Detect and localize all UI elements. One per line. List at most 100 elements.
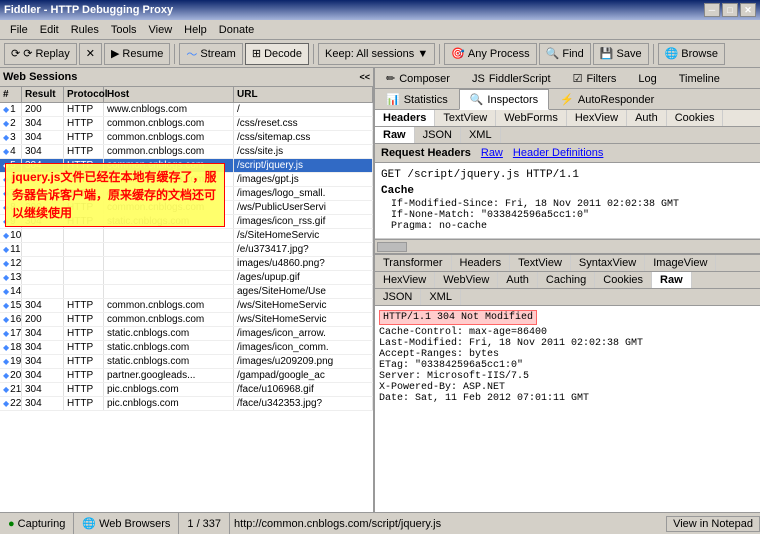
view-notepad-button[interactable]: View in Notepad bbox=[666, 516, 760, 532]
table-row[interactable]: ◆ 13 /ages/upup.gif bbox=[0, 271, 373, 285]
cell-result: 304 bbox=[22, 383, 64, 396]
cell-num: ◆ 15 bbox=[0, 299, 22, 312]
statistics-icon: 📊 bbox=[386, 93, 400, 106]
bottom-tab-xml[interactable]: XML bbox=[421, 289, 461, 305]
tab-composer[interactable]: ✏ Composer bbox=[375, 68, 461, 88]
raw-link[interactable]: Raw bbox=[481, 147, 503, 159]
tab-statistics[interactable]: 📊 Statistics bbox=[375, 89, 459, 109]
col-header-protocol[interactable]: Protocol bbox=[64, 87, 104, 102]
bottom-tab-webview[interactable]: WebView bbox=[435, 272, 498, 288]
decode-button[interactable]: ⊞ Decode bbox=[245, 43, 309, 65]
scroll-thumb[interactable] bbox=[377, 242, 407, 252]
col-header-result[interactable]: Result bbox=[22, 87, 64, 102]
menu-tools[interactable]: Tools bbox=[105, 22, 143, 38]
request-line: GET /script/jquery.js HTTP/1.1 bbox=[381, 169, 754, 181]
any-process-button[interactable]: 🎯 Any Process bbox=[444, 43, 536, 65]
horizontal-scrollbar[interactable] bbox=[375, 239, 760, 253]
cell-num: ◆ 1 bbox=[0, 103, 22, 116]
table-row[interactable]: ◆ 22 304 HTTP pic.cnblogs.com /face/u342… bbox=[0, 397, 373, 411]
cell-result: 304 bbox=[22, 327, 64, 340]
table-row[interactable]: ◆ 16 200 HTTP common.cnblogs.com /ws/Sit… bbox=[0, 313, 373, 327]
bottom-tab-json[interactable]: JSON bbox=[375, 289, 421, 305]
bottom-tab-cookies[interactable]: Cookies bbox=[595, 272, 652, 288]
sub-tab-cookies[interactable]: Cookies bbox=[667, 110, 724, 126]
cell-url: /gampad/google_ac bbox=[234, 369, 373, 382]
tab-filters[interactable]: ☑ Filters bbox=[562, 68, 628, 88]
menu-edit[interactable]: Edit bbox=[34, 22, 65, 38]
menu-help[interactable]: Help bbox=[178, 22, 213, 38]
menu-donate[interactable]: Donate bbox=[213, 22, 260, 38]
sub-tab-raw[interactable]: Raw bbox=[375, 127, 415, 143]
table-row[interactable]: ◆ 15 304 HTTP common.cnblogs.com /ws/Sit… bbox=[0, 299, 373, 313]
header-defs-link[interactable]: Header Definitions bbox=[513, 147, 604, 159]
table-row[interactable]: ◆ 4 304 HTTP common.cnblogs.com /css/sit… bbox=[0, 145, 373, 159]
table-row[interactable]: ◆ 14 ages/SiteHome/Use bbox=[0, 285, 373, 299]
table-row[interactable]: ◆ 19 304 HTTP static.cnblogs.com /images… bbox=[0, 355, 373, 369]
minimize-button[interactable]: ─ bbox=[704, 3, 720, 17]
bottom-panel: Transformer Headers TextView SyntaxView … bbox=[375, 253, 760, 512]
col-header-num[interactable]: # bbox=[0, 87, 22, 102]
menu-rules[interactable]: Rules bbox=[65, 22, 105, 38]
filters-icon: ☑ bbox=[573, 72, 583, 85]
table-row[interactable]: ◆ 17 304 HTTP static.cnblogs.com /images… bbox=[0, 327, 373, 341]
web-sessions-header: Web Sessions << bbox=[0, 68, 373, 87]
tab-autoresponder[interactable]: ⚡ AutoResponder bbox=[549, 89, 665, 109]
tab-fiddlerscript[interactable]: JS FiddlerScript bbox=[461, 68, 562, 88]
cell-num: ◆ 13 bbox=[0, 271, 22, 284]
close-x-button[interactable]: ✕ bbox=[79, 43, 102, 65]
table-row[interactable]: ◆ 18 304 HTTP static.cnblogs.com /images… bbox=[0, 341, 373, 355]
table-row[interactable]: ◆ 20 304 HTTP partner.googleads... /gamp… bbox=[0, 369, 373, 383]
sub-tab-xml[interactable]: XML bbox=[461, 127, 501, 143]
cell-result bbox=[22, 243, 64, 256]
table-row[interactable]: ◆ 21 304 HTTP pic.cnblogs.com /face/u106… bbox=[0, 383, 373, 397]
bottom-tab-syntaxview[interactable]: SyntaxView bbox=[571, 255, 645, 271]
cell-num: ◆ 16 bbox=[0, 313, 22, 326]
keep-dropdown[interactable]: Keep: All sessions ▼ bbox=[318, 43, 435, 65]
tab-log[interactable]: Log bbox=[627, 68, 667, 88]
col-header-url[interactable]: URL bbox=[234, 87, 373, 102]
menu-bar: File Edit Rules Tools View Help Donate bbox=[0, 20, 760, 40]
browse-button[interactable]: 🌐 Browse bbox=[658, 43, 725, 65]
table-body[interactable]: ◆ 1 200 HTTP www.cnblogs.com / ◆ 2 304 H… bbox=[0, 103, 373, 508]
sub-tab-auth[interactable]: Auth bbox=[627, 110, 667, 126]
bottom-tab-caching[interactable]: Caching bbox=[538, 272, 595, 288]
sub-tab-headers[interactable]: Headers bbox=[375, 110, 435, 126]
find-button[interactable]: 🔍 Find bbox=[539, 43, 591, 65]
menu-file[interactable]: File bbox=[4, 22, 34, 38]
response-first-line: HTTP/1.1 304 Not Modified bbox=[379, 310, 537, 325]
replay-button[interactable]: ⟳ ⟳ Replay bbox=[4, 43, 77, 65]
capturing-label: Capturing bbox=[18, 518, 66, 530]
resume-button[interactable]: ▶ Resume bbox=[104, 43, 170, 65]
cell-num: ◆ 12 bbox=[0, 257, 22, 270]
bottom-tab-headers[interactable]: Headers bbox=[452, 255, 511, 271]
cell-num: ◆ 2 bbox=[0, 117, 22, 130]
close-button[interactable]: ✕ bbox=[740, 3, 756, 17]
tab-timeline[interactable]: Timeline bbox=[668, 68, 731, 88]
bottom-tab-hexview[interactable]: HexView bbox=[375, 272, 435, 288]
bottom-tab-textview[interactable]: TextView bbox=[510, 255, 571, 271]
sub-tab-webforms[interactable]: WebForms bbox=[496, 110, 567, 126]
sub-tab-hexview[interactable]: HexView bbox=[567, 110, 627, 126]
bottom-tab-auth[interactable]: Auth bbox=[498, 272, 538, 288]
collapse-button[interactable]: << bbox=[359, 72, 370, 82]
bottom-tab-raw[interactable]: Raw bbox=[652, 272, 692, 288]
maximize-button[interactable]: □ bbox=[722, 3, 738, 17]
table-row[interactable]: ◆ 3 304 HTTP common.cnblogs.com /css/sit… bbox=[0, 131, 373, 145]
table-row[interactable]: ◆ 12 images/u4860.png? bbox=[0, 257, 373, 271]
bottom-tab-transformer[interactable]: Transformer bbox=[375, 255, 452, 271]
table-row[interactable]: ◆ 2 304 HTTP common.cnblogs.com /css/res… bbox=[0, 117, 373, 131]
sub-tab-json[interactable]: JSON bbox=[415, 127, 461, 143]
status-capturing: ● Capturing bbox=[0, 513, 74, 534]
save-button[interactable]: 💾 Save bbox=[593, 43, 649, 65]
stream-button[interactable]: 〜 Stream bbox=[179, 43, 242, 65]
tab-inspectors[interactable]: 🔍 Inspectors bbox=[459, 89, 549, 110]
table-row[interactable]: ◆ 11 /e/u373417.jpg? bbox=[0, 243, 373, 257]
table-row[interactable]: ◆ 10 /s/SiteHomeServic bbox=[0, 229, 373, 243]
cell-host bbox=[104, 285, 234, 298]
col-header-host[interactable]: Host bbox=[104, 87, 234, 102]
table-row[interactable]: ◆ 1 200 HTTP www.cnblogs.com / bbox=[0, 103, 373, 117]
sub-tab-textview[interactable]: TextView bbox=[435, 110, 496, 126]
web-sessions-label: Web Sessions bbox=[3, 71, 77, 83]
menu-view[interactable]: View bbox=[143, 22, 179, 38]
bottom-tab-imageview[interactable]: ImageView bbox=[645, 255, 716, 271]
